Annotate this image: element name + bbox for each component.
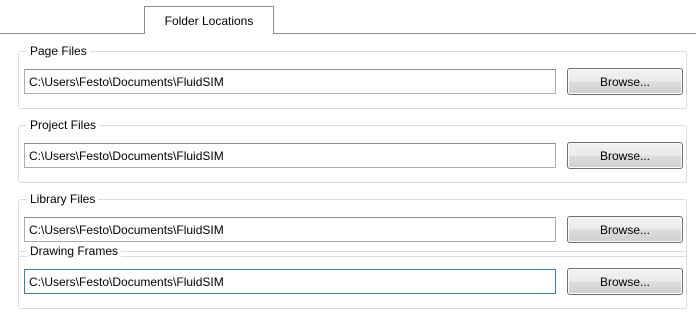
project-files-path-input[interactable] — [24, 143, 556, 168]
tab-folder-locations[interactable]: Folder Locations — [144, 6, 274, 34]
tab-strip: Folder Locations — [0, 0, 696, 34]
library-files-group-title: Library Files — [27, 191, 99, 207]
page-files-browse-button[interactable]: Browse... — [567, 68, 683, 95]
library-files-browse-button[interactable]: Browse... — [567, 216, 683, 243]
drawing-frames-browse-button[interactable]: Browse... — [567, 268, 683, 295]
project-files-group-title: Project Files — [27, 117, 100, 133]
library-files-path-input[interactable] — [24, 217, 556, 242]
page-files-path-input[interactable] — [24, 69, 556, 94]
project-files-group: Project Files Browse... — [18, 117, 687, 183]
drawing-frames-group-title: Drawing Frames — [27, 243, 122, 259]
project-files-browse-button[interactable]: Browse... — [567, 142, 683, 169]
page-files-group: Page Files Browse... — [18, 43, 687, 109]
drawing-frames-path-input[interactable] — [24, 269, 556, 294]
drawing-frames-group: Drawing Frames Browse... — [18, 243, 687, 309]
tab-strip-baseline — [0, 33, 696, 34]
page-files-group-title: Page Files — [27, 43, 90, 59]
